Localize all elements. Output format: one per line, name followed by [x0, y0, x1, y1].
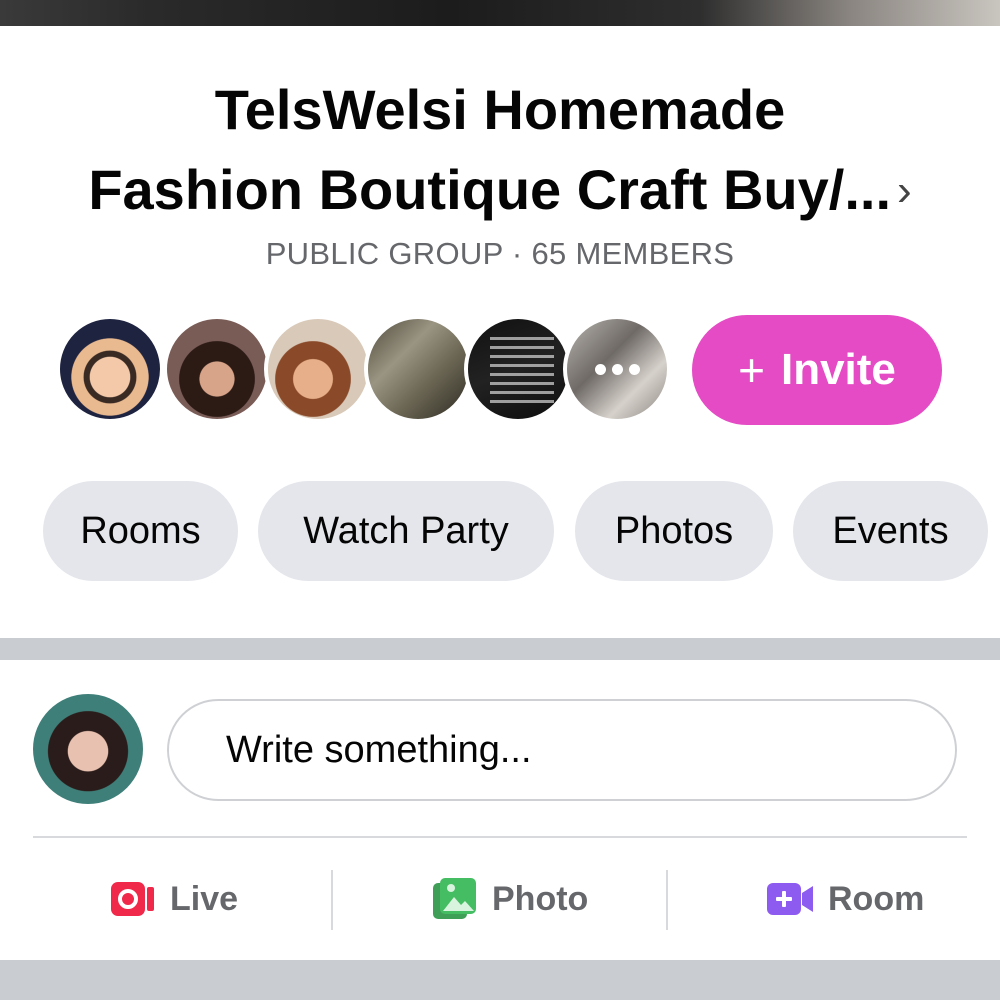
member-avatar[interactable]: [464, 315, 572, 423]
chalkboard-image: [490, 337, 554, 409]
more-dots-icon: [567, 319, 667, 419]
user-avatar[interactable]: [33, 694, 143, 804]
member-avatar[interactable]: [56, 315, 164, 423]
member-avatar[interactable]: [364, 315, 472, 423]
member-avatar-more[interactable]: [563, 315, 671, 423]
group-title-line-1: TelsWelsi Homemade: [214, 78, 786, 141]
photo-label: Photo: [492, 879, 589, 918]
live-video-icon: [111, 882, 154, 916]
section-divider: [0, 638, 1000, 660]
photo-icon: [433, 878, 476, 919]
chevron-right-icon: ›: [897, 166, 912, 215]
group-title-text-2: Fashion Boutique Craft Buy/...: [88, 158, 892, 221]
member-avatars-row: + Invite: [0, 313, 1000, 425]
member-avatar[interactable]: [264, 315, 372, 423]
action-separator: [331, 870, 333, 930]
plus-icon: +: [738, 344, 765, 396]
write-something-input[interactable]: Write something...: [167, 699, 957, 801]
tab-rooms[interactable]: Rooms: [43, 481, 238, 581]
photo-button[interactable]: Photo: [432, 866, 588, 932]
live-button[interactable]: Live: [110, 866, 238, 932]
invite-button[interactable]: + Invite: [692, 315, 942, 425]
tab-photos[interactable]: Photos: [575, 481, 773, 581]
section-divider: [0, 960, 1000, 1000]
composer-actions: Live Photo Room: [0, 866, 1000, 932]
room-video-icon: [767, 883, 813, 915]
live-label: Live: [170, 879, 239, 918]
group-tabs: Rooms Watch Party Photos Events: [0, 481, 1000, 581]
composer-divider: [33, 836, 967, 838]
room-label: Room: [828, 879, 925, 918]
group-title-line-2: Fashion Boutique Craft Buy/... ›: [30, 150, 970, 231]
invite-label: Invite: [780, 345, 896, 394]
group-privacy-member-count[interactable]: PUBLIC GROUP · 65 MEMBERS: [0, 236, 1000, 272]
room-button[interactable]: Room: [766, 866, 924, 932]
action-separator: [666, 870, 668, 930]
member-avatar[interactable]: [163, 315, 271, 423]
cover-photo[interactable]: [0, 0, 1000, 26]
tab-watch-party[interactable]: Watch Party: [258, 481, 554, 581]
group-title[interactable]: TelsWelsi Homemade Fashion Boutique Craf…: [30, 70, 970, 231]
tab-events[interactable]: Events: [793, 481, 988, 581]
